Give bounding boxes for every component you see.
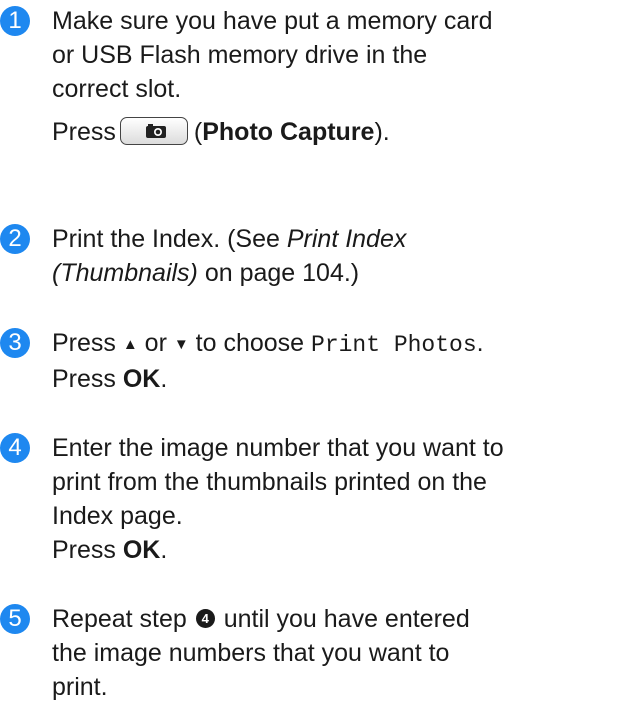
period: . (160, 536, 168, 564)
period: . (160, 365, 168, 393)
step-1-press-line: Press (Photo Capture). (52, 115, 623, 149)
or-text: or (137, 329, 174, 357)
step-5-line-2: the image numbers that you want to (52, 639, 450, 667)
step-4-line-1: Enter the image number that you want to (52, 434, 504, 462)
step-1-line-3: correct slot. (52, 75, 182, 103)
repeat-text: Repeat step (52, 605, 194, 633)
print-index-link[interactable]: Print Index (287, 225, 407, 253)
step-number-4: 4 (0, 433, 30, 463)
page-ref: on page 104.) (197, 259, 360, 287)
step-1-line-1: Make sure you have put a memory card (52, 7, 493, 35)
to-choose-text: to choose (188, 329, 312, 357)
photo-capture-button[interactable] (119, 117, 188, 146)
press-text: Press (52, 118, 116, 146)
step-1-line-2: or USB Flash memory drive in the (52, 41, 428, 69)
step-5-line-1: Repeat step 4 until you have entered (52, 602, 623, 636)
photo-capture-label: Photo Capture (202, 118, 375, 146)
menu-item-print-photos: Print Photos (311, 332, 477, 358)
step-3-line-2: Press OK. (52, 362, 623, 396)
paren-open: ( (193, 118, 203, 146)
press-text: Press (52, 536, 123, 564)
step-number-5: 5 (0, 604, 30, 634)
step-5-line-3: print. (52, 673, 108, 701)
step-number-2: 2 (0, 224, 30, 254)
press-text: Press (52, 365, 123, 393)
camera-icon (145, 124, 166, 139)
step-number-1: 1 (0, 6, 30, 36)
step-2-line-2: (Thumbnails) on page 104.) (52, 256, 623, 290)
ok-key: OK (122, 536, 161, 564)
ok-key: OK (122, 365, 161, 393)
step-4-line-4: Press OK. (52, 533, 623, 567)
paren-close: ). (374, 118, 390, 146)
step-4-line-2: print from the thumbnails printed on the (52, 468, 487, 496)
step-number-3: 3 (0, 328, 30, 358)
until-text: until you have entered (216, 605, 470, 633)
step-3-line-1: Press ▲ or ▼ to choose Print Photos. (52, 326, 623, 362)
step-2-text: Print the Index. (See (52, 225, 287, 253)
step-4-line-3: Index page. (52, 502, 183, 530)
press-text: Press (52, 329, 123, 357)
period: . (476, 329, 484, 357)
down-arrow-icon: ▼ (173, 336, 189, 353)
step-ref-icon: 4 (195, 609, 215, 629)
up-arrow-icon: ▲ (122, 336, 138, 353)
step-2-line-1: Print the Index. (See Print Index (52, 222, 623, 256)
thumbnails-link[interactable]: (Thumbnails) (52, 259, 198, 287)
